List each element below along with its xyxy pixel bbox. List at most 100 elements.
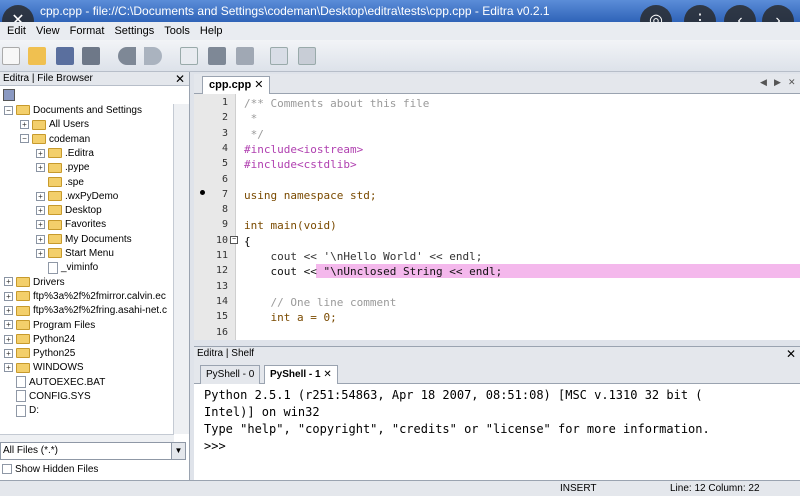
tree-item-label: WINDOWS xyxy=(33,362,84,374)
expand-icon[interactable]: + xyxy=(4,306,13,316)
menu-item-help[interactable]: Help xyxy=(195,22,228,40)
tree-item[interactable]: + Drivers xyxy=(4,276,65,290)
line-number: 8 xyxy=(221,204,228,216)
tree-item[interactable]: + ftp%3a%2f%2fring.asahi-net.c xyxy=(4,304,167,318)
cursor-position: Line: 12 Column: 22 xyxy=(670,483,760,494)
expand-icon[interactable]: + xyxy=(4,334,13,344)
code-line: { xyxy=(244,234,251,248)
tree-item[interactable]: + ftp%3a%2f%2fmirror.calvin.ec xyxy=(4,290,166,304)
drive-icon[interactable] xyxy=(3,89,15,101)
shelf-title: Editra | Shelf ✕ xyxy=(194,346,800,362)
folder-icon xyxy=(16,348,30,359)
menu-item-edit[interactable]: Edit xyxy=(2,22,31,40)
tree-item[interactable]: + .pype xyxy=(36,161,89,175)
tree-item[interactable]: .spe xyxy=(36,176,84,190)
file-icon xyxy=(16,404,26,417)
line-number: 7 xyxy=(221,188,228,200)
find-icon[interactable] xyxy=(270,47,288,65)
folder-icon xyxy=(48,176,62,187)
tree-item[interactable]: + Python25 xyxy=(4,347,75,361)
tab-cpp-file[interactable]: cpp.cpp ✕ xyxy=(202,76,271,94)
file-tree[interactable]: − Documents and Settings + All Users − codema… xyxy=(0,104,174,434)
tree-item[interactable]: AUTOEXEC.BAT xyxy=(4,376,105,390)
fold-marker-icon[interactable]: − xyxy=(230,236,238,244)
tree-item[interactable]: − codeman xyxy=(20,133,90,147)
expand-icon[interactable]: + xyxy=(4,291,13,301)
bookmark-icon[interactable] xyxy=(200,190,205,195)
tab-pyshell-1[interactable]: PyShell - 1 ✕ xyxy=(264,365,338,384)
expand-icon[interactable]: + xyxy=(4,320,13,330)
paste-icon[interactable] xyxy=(236,47,254,65)
close-icon[interactable]: ✕ xyxy=(786,347,796,361)
folder-icon xyxy=(32,119,46,130)
tree-item-label: AUTOEXEC.BAT xyxy=(29,376,106,388)
undo-icon[interactable] xyxy=(118,47,136,65)
new-file-icon[interactable] xyxy=(2,47,20,65)
line-number: 3 xyxy=(221,127,228,139)
tree-item-label: Python24 xyxy=(33,333,76,345)
show-hidden-checkbox[interactable]: Show Hidden Files xyxy=(0,462,190,478)
expand-icon[interactable]: + xyxy=(36,220,45,230)
checkbox-icon[interactable] xyxy=(2,464,12,475)
tree-item[interactable]: + Python24 xyxy=(4,333,75,347)
print-icon[interactable] xyxy=(82,47,100,65)
folder-icon xyxy=(48,148,62,159)
expand-icon[interactable]: + xyxy=(36,191,45,201)
menu-bar: Edit View Format Settings Tools Help xyxy=(0,22,800,40)
menu-item-tools[interactable]: Tools xyxy=(159,22,195,40)
vertical-scrollbar[interactable] xyxy=(173,104,189,434)
tree-item[interactable]: D: xyxy=(4,404,39,418)
tree-item[interactable]: + Start Menu xyxy=(36,247,114,261)
tree-item[interactable]: + Favorites xyxy=(36,218,106,232)
collapse-icon[interactable]: − xyxy=(20,134,29,144)
file-filter-select[interactable]: All Files (*.*) ▼ xyxy=(0,442,186,460)
tree-item-label: D: xyxy=(29,405,39,417)
replace-icon[interactable] xyxy=(298,47,316,65)
close-tab-icon[interactable]: ✕ xyxy=(254,79,263,91)
tree-item[interactable]: _viminfo xyxy=(36,261,98,275)
tab-close-icon[interactable]: ✕ xyxy=(788,77,796,88)
menu-item-view[interactable]: View xyxy=(31,22,65,40)
expand-icon[interactable]: + xyxy=(4,277,13,287)
expand-icon[interactable]: + xyxy=(20,120,29,130)
tab-prev-icon[interactable]: ◀ xyxy=(760,77,767,88)
tree-item[interactable]: + My Documents xyxy=(36,233,132,247)
menu-item-format[interactable]: Format xyxy=(65,22,110,40)
expand-icon[interactable]: + xyxy=(4,348,13,358)
collapse-icon[interactable]: − xyxy=(4,105,13,115)
tree-item[interactable]: CONFIG.SYS xyxy=(4,390,91,404)
folder-icon xyxy=(48,234,62,245)
tree-item-label: Program Files xyxy=(33,319,96,331)
copy-icon[interactable] xyxy=(180,47,198,65)
save-icon[interactable] xyxy=(56,47,74,65)
cut-icon[interactable] xyxy=(208,47,226,65)
code-line: using namespace std; xyxy=(244,188,377,202)
expand-icon[interactable]: + xyxy=(36,205,45,215)
tree-item[interactable]: + All Users xyxy=(20,118,89,132)
tree-item[interactable]: − Documents and Settings xyxy=(4,104,142,118)
folder-icon xyxy=(16,362,30,373)
tree-item-label: _viminfo xyxy=(61,262,99,274)
tree-item[interactable]: + Program Files xyxy=(4,319,95,333)
expand-icon[interactable]: + xyxy=(36,234,45,244)
code-editor[interactable]: 1 /** Comments about this file 2 * 3 */ 4 #in… xyxy=(194,94,800,340)
menu-item-settings[interactable]: Settings xyxy=(109,22,159,40)
tree-item-label: Start Menu xyxy=(65,248,114,259)
tree-item[interactable]: + .Editra xyxy=(36,147,94,161)
tree-item[interactable]: + .wxPyDemo xyxy=(36,190,118,204)
expand-icon[interactable]: + xyxy=(36,248,45,258)
expand-icon[interactable]: + xyxy=(36,148,45,158)
python-shell-output[interactable]: Python 2.5.1 (r251:54863, Apr 18 2007, 0… xyxy=(194,384,800,480)
redo-icon[interactable] xyxy=(144,47,162,65)
close-tab-icon[interactable]: ✕ xyxy=(323,369,331,380)
open-folder-icon[interactable] xyxy=(28,47,46,65)
line-number: 12 xyxy=(215,265,228,277)
tab-next-icon[interactable]: ▶ xyxy=(774,77,781,88)
close-icon[interactable]: ✕ xyxy=(175,72,185,86)
chevron-down-icon[interactable]: ▼ xyxy=(171,443,185,459)
tree-item[interactable]: + WINDOWS xyxy=(4,361,84,375)
tree-item[interactable]: + Desktop xyxy=(36,204,102,218)
expand-icon[interactable]: + xyxy=(36,163,45,173)
tab-pyshell-0[interactable]: PyShell - 0 xyxy=(200,365,261,384)
expand-icon[interactable]: + xyxy=(4,363,13,373)
